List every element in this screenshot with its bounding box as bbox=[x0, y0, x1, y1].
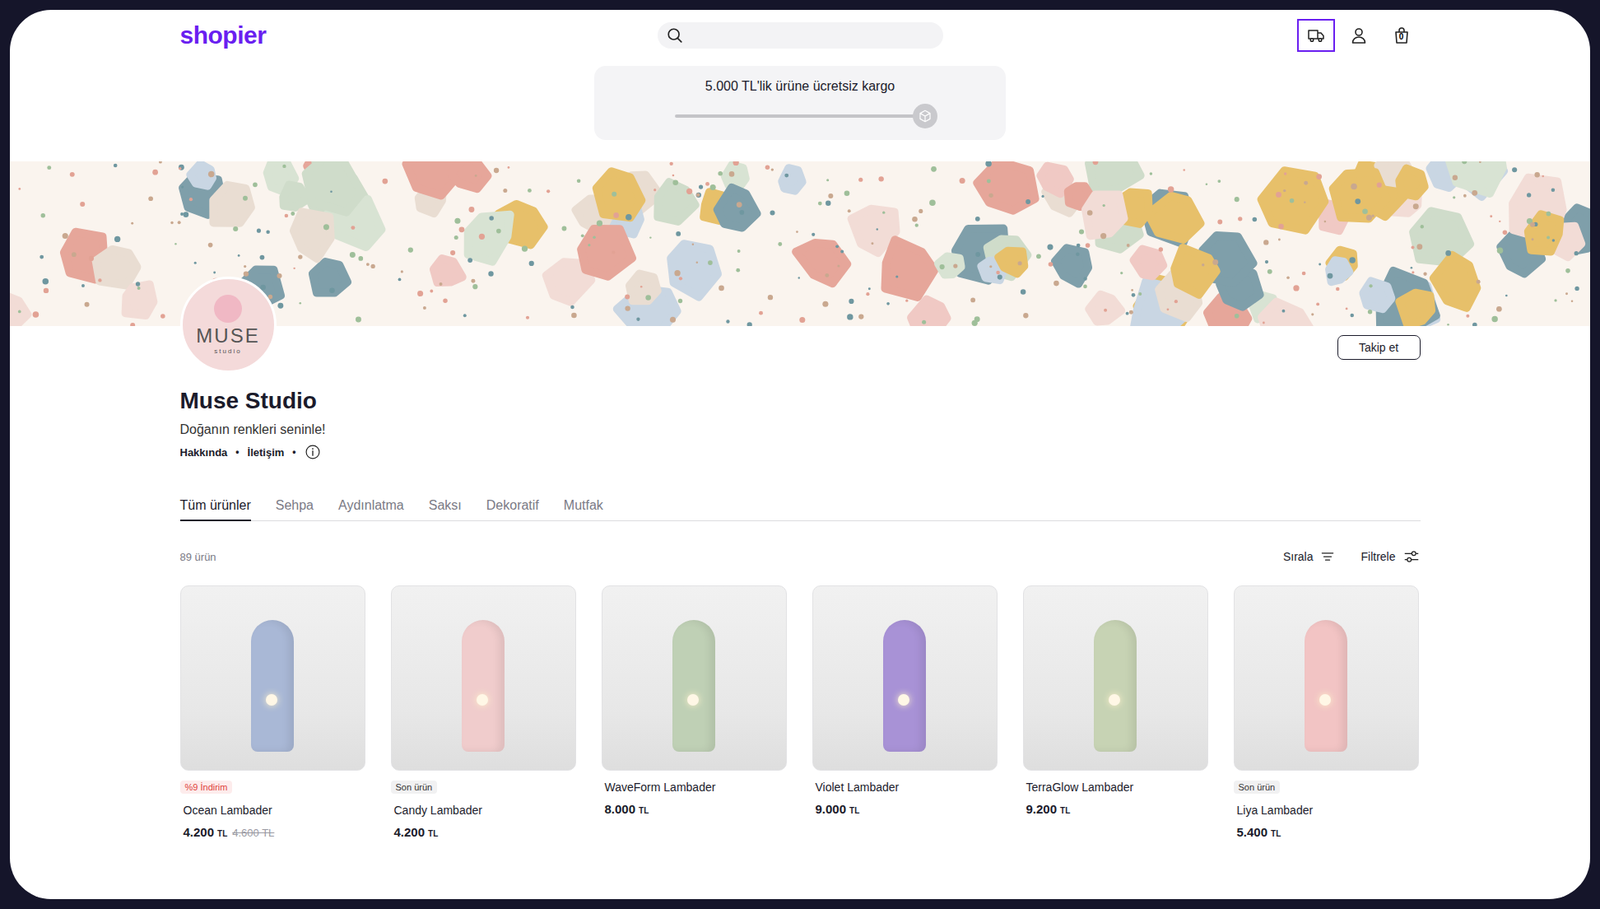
category-tab[interactable]: Sehpa bbox=[275, 497, 314, 521]
product-price: 5.400TL bbox=[1233, 824, 1282, 839]
store-profile: MUSEstudio Takip et Muse Studio Doğanın ren… bbox=[180, 276, 1421, 839]
category-tab[interactable]: Dekoratif bbox=[486, 497, 540, 521]
shipping-button[interactable] bbox=[1297, 18, 1335, 52]
product-name: Candy Lambader bbox=[390, 803, 483, 817]
product-card[interactable]: Violet Lambader 9.000TL bbox=[812, 585, 998, 839]
avatar-mark bbox=[213, 294, 242, 323]
account-button[interactable] bbox=[1339, 18, 1378, 52]
store-links: Hakkında • İletişim • bbox=[180, 443, 1421, 461]
cart-count: 0 bbox=[1384, 32, 1419, 42]
product-badge: Son ürün bbox=[1233, 780, 1281, 794]
link-separator: • bbox=[292, 446, 296, 458]
magnifier-icon bbox=[665, 26, 684, 45]
top-bar: shopier 0 bbox=[180, 9, 1421, 56]
product-card[interactable]: %9 İndirim Ocean Lambader 4.200TL4.600 TL bbox=[180, 585, 366, 839]
link-separator: • bbox=[235, 446, 239, 458]
lamp-shape bbox=[251, 619, 294, 752]
search-field[interactable] bbox=[657, 22, 944, 49]
product-name: Violet Lambader bbox=[812, 780, 900, 794]
product-name: Liya Lambader bbox=[1233, 803, 1314, 817]
lamp-shape bbox=[672, 619, 716, 752]
truck-icon bbox=[1306, 25, 1326, 46]
lamp-shape bbox=[1304, 619, 1348, 752]
product-photo bbox=[812, 585, 998, 771]
product-photo bbox=[601, 585, 787, 771]
product-photo bbox=[1233, 585, 1419, 771]
product-badge: Son ürün bbox=[390, 780, 438, 794]
product-card[interactable]: TerraGlow Lambader 9.200TL bbox=[1023, 585, 1209, 839]
store-name: Muse Studio bbox=[180, 387, 1421, 414]
product-photo bbox=[1023, 585, 1209, 771]
cart-button[interactable]: 0 bbox=[1382, 18, 1421, 52]
product-card[interactable]: Son ürün Candy Lambader 4.200TL bbox=[390, 585, 577, 839]
shipping-progress-fill bbox=[674, 114, 926, 118]
lamp-shape bbox=[461, 619, 505, 752]
page-frame: shopier 0 5.000 TL'lik ürüne ücretsiz karg… bbox=[9, 9, 1591, 899]
follow-button[interactable]: Takip et bbox=[1337, 334, 1421, 360]
user-icon bbox=[1348, 25, 1369, 46]
product-price: 9.200TL bbox=[1023, 801, 1071, 816]
shopier-logo[interactable]: shopier bbox=[180, 21, 658, 50]
store-link[interactable]: İletişim bbox=[247, 446, 285, 459]
filter-icon bbox=[1402, 547, 1421, 566]
product-price: 8.000TL bbox=[601, 801, 650, 816]
product-toolbar: 89 ürün Sırala Filtrele bbox=[180, 547, 1421, 566]
shipping-progress-track bbox=[674, 114, 926, 118]
sort-button[interactable]: Sırala bbox=[1283, 547, 1337, 566]
category-tab[interactable]: Tüm ürünler bbox=[180, 497, 252, 521]
header-actions: 0 bbox=[1297, 18, 1421, 52]
product-photo bbox=[180, 585, 366, 771]
store-tagline: Doğanın renkleri seninle! bbox=[180, 422, 1421, 438]
category-tab[interactable]: Mutfak bbox=[563, 497, 604, 521]
category-tab[interactable]: Saksı bbox=[428, 497, 462, 521]
lamp-shape bbox=[1093, 619, 1137, 752]
category-tabs: Tüm ürünler Sehpa Aydınlatma Saksı Dekoratif… bbox=[180, 497, 1421, 521]
product-name: TerraGlow Lambader bbox=[1023, 780, 1135, 794]
store-avatar: MUSEstudio bbox=[180, 276, 277, 373]
product-name: WaveForm Lambader bbox=[601, 780, 717, 794]
filter-button[interactable]: Filtrele bbox=[1360, 547, 1420, 566]
category-tab[interactable]: Aydınlatma bbox=[338, 497, 405, 521]
search-input[interactable] bbox=[688, 27, 935, 44]
product-grid: %9 İndirimOcean Lambader4.200TL4.600 TLS… bbox=[180, 585, 1421, 839]
info-icon[interactable] bbox=[304, 443, 321, 461]
box-icon bbox=[917, 108, 933, 124]
sort-icon bbox=[1319, 548, 1336, 565]
store-link[interactable]: Hakkında bbox=[180, 446, 228, 459]
product-photo bbox=[390, 585, 577, 771]
product-count: 89 ürün bbox=[180, 550, 217, 563]
product-card[interactable]: Son ürün Liya Lambader 5.400TL bbox=[1233, 585, 1419, 839]
shipping-progress-knob bbox=[912, 103, 938, 129]
free-shipping-text: 5.000 TL'lik ürüne ücretsiz kargo bbox=[705, 79, 895, 94]
product-card[interactable]: WaveForm Lambader 8.000TL bbox=[601, 585, 787, 839]
lamp-shape bbox=[883, 619, 926, 752]
product-name: Ocean Lambader bbox=[180, 803, 273, 817]
old-price: 4.600 TL bbox=[232, 826, 275, 839]
free-shipping-progress: 5.000 TL'lik ürüne ücretsiz kargo bbox=[594, 65, 1006, 140]
product-badge: %9 İndirim bbox=[180, 780, 233, 794]
product-price: 4.200TL4.600 TL bbox=[180, 824, 275, 839]
product-price: 9.000TL bbox=[812, 801, 861, 816]
product-price: 4.200TL bbox=[390, 824, 439, 839]
